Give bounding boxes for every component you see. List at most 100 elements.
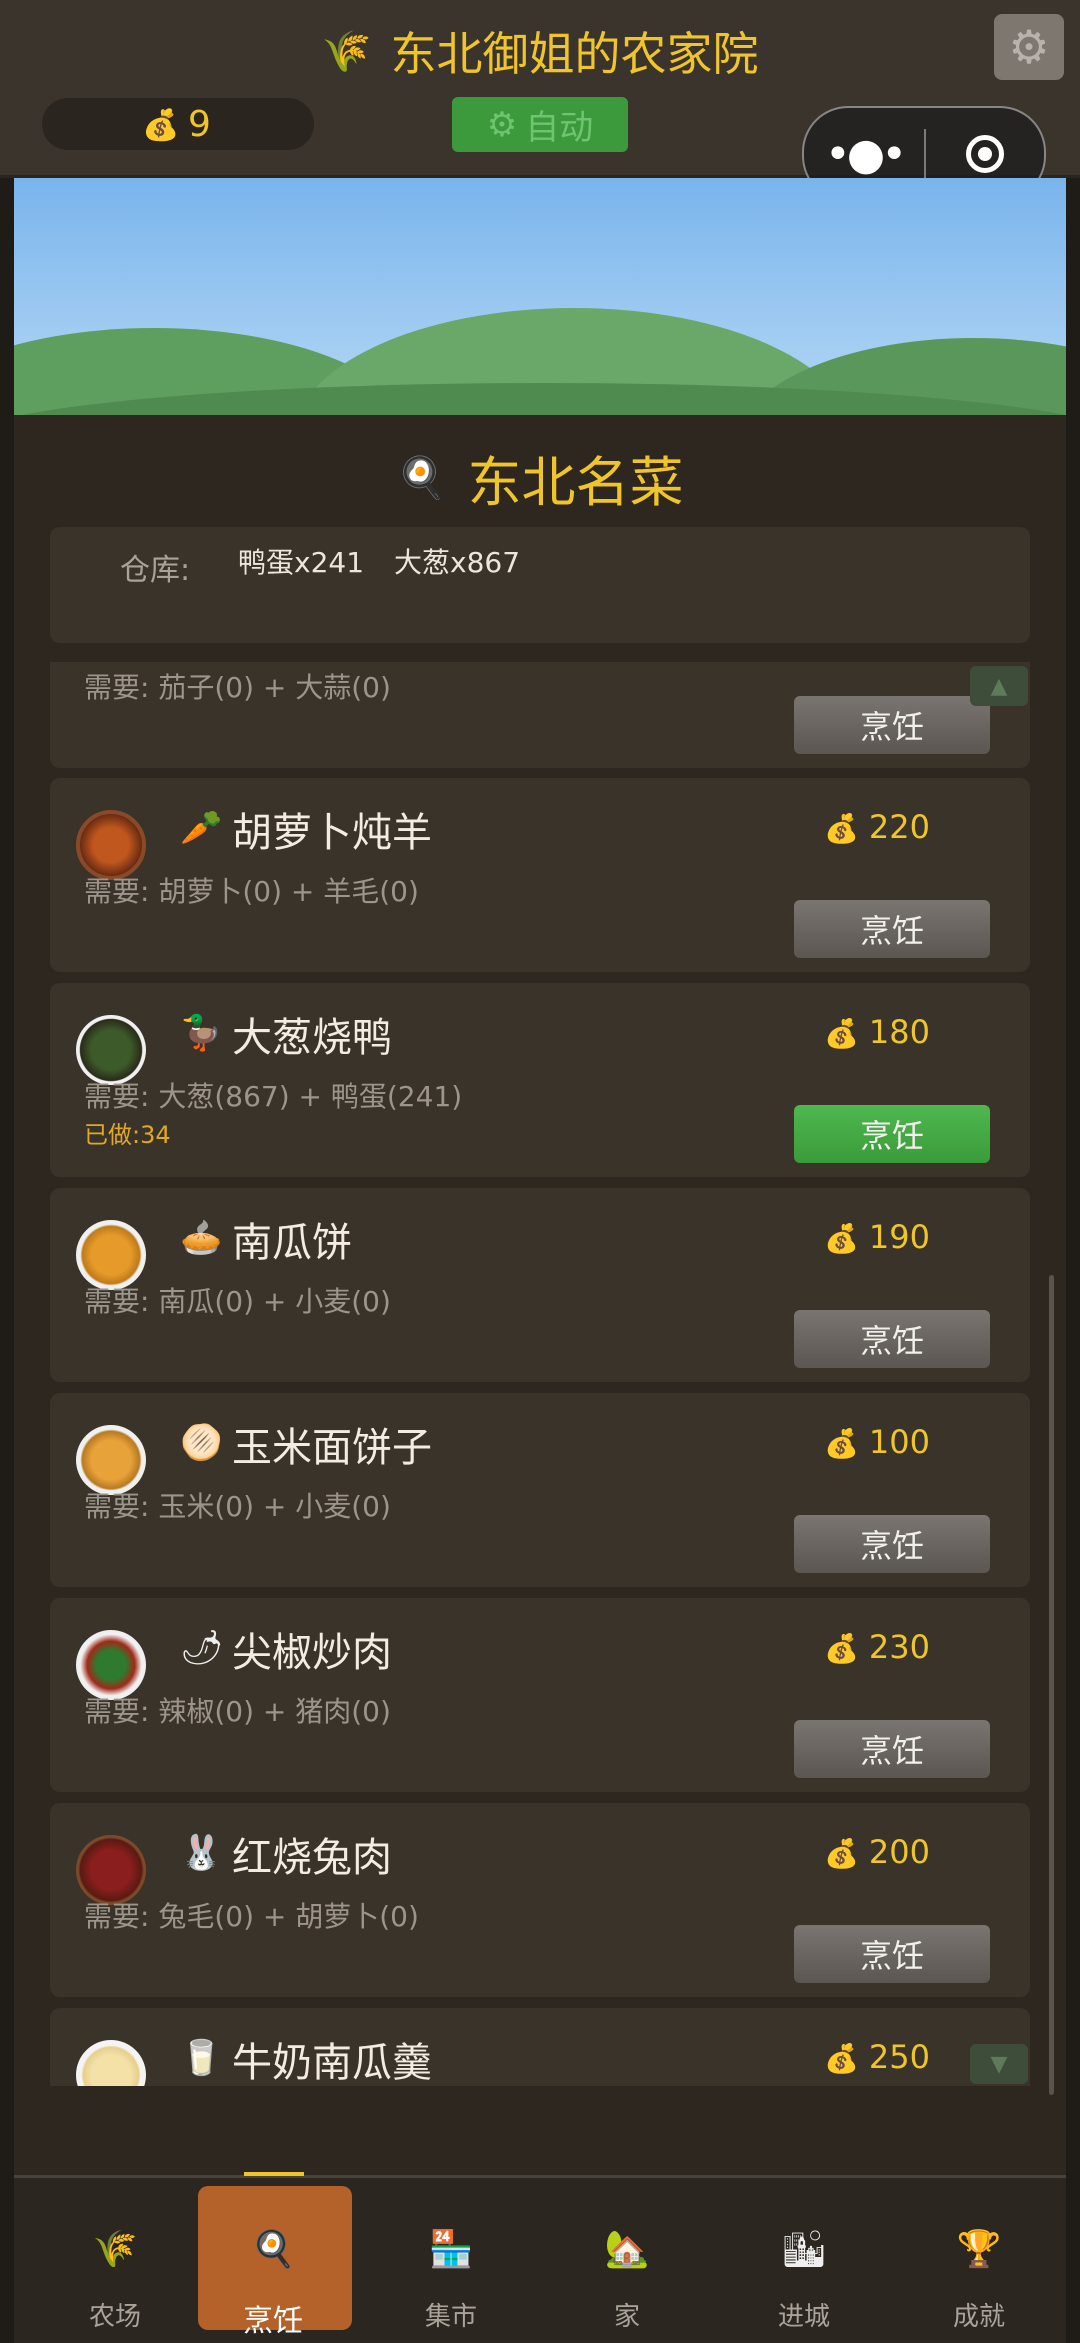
dish-price: 💰 230 — [824, 1628, 930, 1666]
frying-pan-icon: 🍳 — [396, 455, 447, 501]
tab-market[interactable]: 🏪 集市 — [376, 2178, 526, 2343]
recipe-requirements: 需要: 大葱(867) + 鸭蛋(241) — [84, 1080, 463, 1113]
tab-label: 烹饪 — [243, 2304, 303, 2339]
wheat-icon: 🌾 — [321, 28, 372, 75]
money-bag-icon: 💰 — [824, 812, 859, 845]
recipe-card: 🥕 胡萝卜炖羊 💰 220 需要: 胡萝卜(0) + 羊毛(0) 烹饪 — [50, 778, 1030, 972]
frying-pan-icon: 🍳 — [250, 2229, 296, 2270]
warehouse-item: 鸭蛋x241 — [238, 546, 365, 579]
app-title: 东北御姐的农家院 — [390, 27, 759, 81]
recipe-card: 🥛 牛奶南瓜羹 💰 250 — [50, 2008, 1030, 2086]
dish-price: 💰 220 — [824, 808, 930, 846]
bottom-tab-bar: 🌾 农场 🍳 烹饪 🏪 集市 🏡 家 🏙 进城 🏆 成就 — [14, 2172, 1066, 2343]
flatbread-icon: 🫓 — [180, 1423, 223, 1463]
active-tab-indicator — [244, 2172, 304, 2176]
target-icon — [966, 135, 1004, 173]
dish-price: 💰 200 — [824, 1833, 930, 1871]
tab-label: 进城 — [777, 2302, 830, 2332]
recipe-card: 🦆 大葱烧鸭 💰 180 需要: 大葱(867) + 鸭蛋(241) 已做:34 … — [50, 983, 1030, 1177]
scroll-up-button[interactable]: ▲ — [970, 666, 1028, 706]
money-bag-icon: 💰 — [824, 1222, 859, 1255]
cook-button[interactable]: 烹饪 — [794, 1720, 990, 1778]
money-bag-icon: 💰 — [824, 2042, 859, 2075]
duck-icon: 🦆 — [180, 1013, 223, 1053]
house-icon: 🏡 — [604, 2229, 650, 2270]
milk-icon: 🥛 — [180, 2038, 223, 2078]
cook-button[interactable]: 烹饪 — [794, 696, 990, 754]
tab-label: 成就 — [952, 2302, 1005, 2332]
dish-price: 💰 180 — [824, 1013, 930, 1051]
cook-button[interactable]: 烹饪 — [794, 1105, 990, 1163]
title-row: 🌾 东北御姐的农家院 — [0, 18, 1080, 84]
city-icon: 🏙 — [781, 2229, 827, 2270]
dish-name: 牛奶南瓜羹 — [232, 2040, 432, 2086]
coin-balance: 💰 9 — [42, 98, 314, 150]
tab-farm[interactable]: 🌾 农场 — [40, 2178, 190, 2343]
recipe-card: 需要: 茄子(0) + 大蒜(0) 烹饪 — [50, 662, 1030, 768]
dish-name: 尖椒炒肉 — [232, 1630, 392, 1676]
carrot-icon: 🥕 — [180, 808, 223, 848]
wheat-icon: 🌾 — [92, 2229, 138, 2270]
recipe-requirements: 需要: 辣椒(0) + 猪肉(0) — [84, 1695, 391, 1728]
recipe-requirements: 需要: 玉米(0) + 小麦(0) — [84, 1490, 391, 1523]
recipe-card: 🥧 南瓜饼 💰 190 需要: 南瓜(0) + 小麦(0) 烹饪 — [50, 1188, 1030, 1382]
dish-name: 玉米面饼子 — [232, 1425, 432, 1471]
pie-icon: 🥧 — [180, 1218, 223, 1258]
recipe-requirements: 需要: 南瓜(0) + 小麦(0) — [84, 1285, 391, 1318]
money-bag-icon: 💰 — [142, 108, 180, 143]
panel-title-text: 东北名菜 — [467, 451, 684, 514]
recipe-requirements: 需要: 茄子(0) + 大蒜(0) — [84, 671, 391, 704]
gear-icon: ⚙ — [1008, 20, 1050, 74]
warehouse-label: 仓库: — [120, 553, 191, 588]
recipe-card: 🐰 红烧兔肉 💰 200 需要: 兔毛(0) + 胡萝卜(0) 烹饪 — [50, 1803, 1030, 1997]
chevron-down-icon: ▼ — [990, 2051, 1008, 2077]
auto-button[interactable]: ⚙ 自动 — [452, 97, 628, 152]
dish-name: 大葱烧鸭 — [232, 1015, 392, 1061]
settings-button[interactable]: ⚙ — [994, 14, 1064, 80]
scroll-down-button[interactable]: ▼ — [970, 2044, 1028, 2084]
tab-home[interactable]: 🏡 家 — [552, 2178, 702, 2343]
tab-label: 农场 — [88, 2302, 141, 2332]
money-bag-icon: 💰 — [824, 1427, 859, 1460]
store-icon: 🏪 — [428, 2229, 474, 2270]
chili-icon: 🌶 — [180, 1628, 224, 1668]
cooked-count: 已做:34 — [84, 1121, 171, 1149]
auto-label: 自动 — [525, 108, 594, 148]
money-bag-icon: 💰 — [824, 1632, 859, 1665]
dish-image — [76, 2040, 146, 2086]
tab-cooking[interactable]: 🍳 烹饪 — [198, 2172, 352, 2343]
coin-count: 9 — [188, 103, 211, 145]
tab-achievements[interactable]: 🏆 成就 — [904, 2178, 1054, 2343]
tab-city[interactable]: 🏙 进城 — [729, 2178, 879, 2343]
recipe-list[interactable]: 需要: 茄子(0) + 大蒜(0) 烹饪 🥕 胡萝卜炖羊 💰 220 需要: 胡萝… — [14, 662, 1066, 2086]
tab-label: 家 — [613, 2302, 640, 2332]
close-miniprogram-button[interactable] — [926, 135, 1044, 173]
scrollbar[interactable] — [1049, 1275, 1054, 2095]
warehouse-box: 仓库: 鸭蛋x241 大葱x867 — [50, 527, 1030, 643]
dish-name: 红烧兔肉 — [232, 1835, 392, 1881]
trophy-icon: 🏆 — [956, 2229, 1002, 2270]
top-bar: 🌾 东北御姐的农家院 ⚙ 💰 9 ⚙ 自动 •●• — [0, 0, 1080, 202]
more-icon[interactable]: •●• — [804, 129, 924, 180]
recipe-card: 🌶 尖椒炒肉 💰 230 需要: 辣椒(0) + 猪肉(0) 烹饪 — [50, 1598, 1030, 1792]
dish-price: 💰 190 — [824, 1218, 930, 1256]
chevron-up-icon: ▲ — [990, 673, 1008, 699]
recipe-card: 🫓 玉米面饼子 💰 100 需要: 玉米(0) + 小麦(0) 烹饪 — [50, 1393, 1030, 1587]
rabbit-icon: 🐰 — [180, 1833, 223, 1873]
dish-price: 💰 100 — [824, 1423, 930, 1461]
dish-name: 胡萝卜炖羊 — [232, 810, 432, 856]
recipe-requirements: 需要: 兔毛(0) + 胡萝卜(0) — [84, 1900, 419, 1933]
dish-name: 南瓜饼 — [232, 1220, 352, 1266]
money-bag-icon: 💰 — [824, 1017, 859, 1050]
cook-button[interactable]: 烹饪 — [794, 900, 990, 958]
farm-scene — [14, 178, 1066, 418]
tab-label: 集市 — [424, 2302, 477, 2332]
cook-button[interactable]: 烹饪 — [794, 1515, 990, 1573]
dish-price: 💰 250 — [824, 2038, 930, 2076]
cook-button[interactable]: 烹饪 — [794, 1925, 990, 1983]
money-bag-icon: 💰 — [824, 1837, 859, 1870]
panel-title: 🍳 东北名菜 — [0, 438, 1080, 517]
gear-icon: ⚙ — [486, 104, 518, 145]
warehouse-item: 大葱x867 — [394, 546, 521, 579]
cook-button[interactable]: 烹饪 — [794, 1310, 990, 1368]
